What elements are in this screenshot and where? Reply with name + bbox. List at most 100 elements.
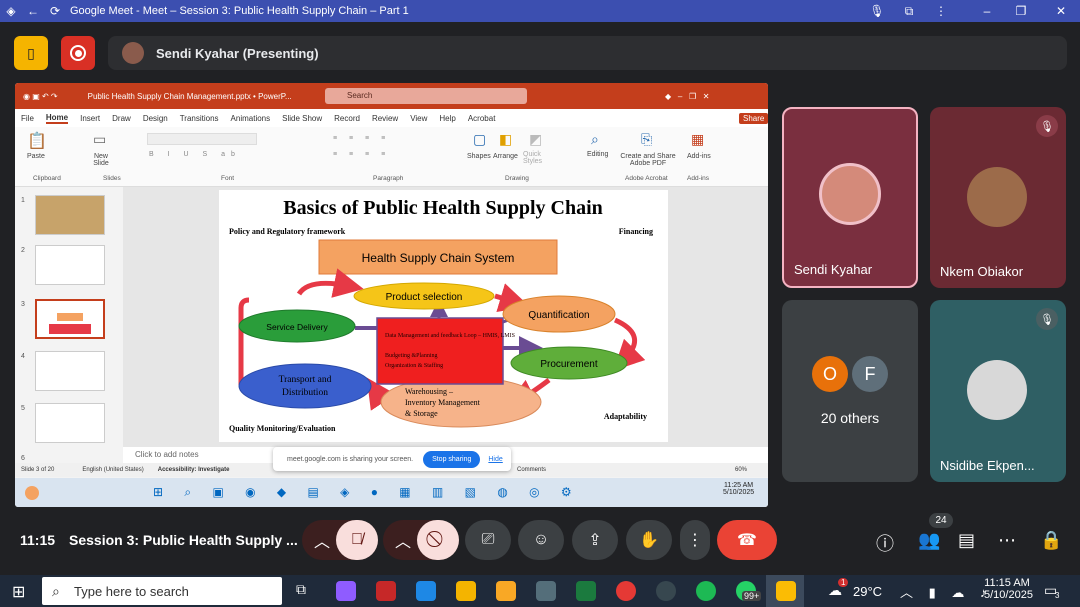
ppt-window-controls[interactable]: ◆ – ❐ ✕	[665, 92, 709, 101]
mic-off-button[interactable]: 🎙̸	[336, 520, 378, 560]
word-icon[interactable]	[656, 581, 676, 601]
meet-activity-button[interactable]: ▯	[14, 36, 48, 70]
addins-icon[interactable]: ▦	[691, 131, 704, 148]
more-icon: ⋮	[687, 532, 703, 549]
menu-draw[interactable]: Draw	[112, 114, 131, 123]
tray-icons[interactable]: ︿ ▮ ☁ ♪	[900, 582, 993, 601]
menu-help[interactable]: Help	[439, 114, 455, 123]
editing-icon[interactable]: ⌕	[591, 131, 599, 148]
close-icon[interactable]: ✕	[1050, 4, 1072, 18]
ppt-search[interactable]: Search	[325, 88, 527, 104]
current-slide[interactable]: Basics of Public Health Supply Chain Pol…	[219, 190, 668, 442]
shapes-icon[interactable]: ▢	[473, 131, 486, 148]
menu-record[interactable]: Record	[334, 114, 360, 123]
inner-clock: 11:25 AM 5/10/2025	[723, 482, 754, 496]
arrange-icon[interactable]: ◧	[499, 131, 512, 148]
taskbar-search[interactable]: ⌕ Type here to search	[42, 577, 282, 605]
shapes-button[interactable]: Shapes	[467, 153, 491, 160]
spotify-icon[interactable]	[696, 581, 716, 601]
quick-styles-button[interactable]: Quick Styles	[523, 151, 547, 165]
new-slide-button[interactable]: New Slide	[89, 153, 113, 167]
arrange-button[interactable]: Arrange	[493, 153, 518, 160]
menu-view[interactable]: View	[410, 114, 427, 123]
participant-tile-sendi[interactable]: Sendi Kyahar	[782, 107, 918, 288]
slide-thumb-2[interactable]	[35, 245, 105, 285]
zoom-level[interactable]: 60%	[735, 467, 747, 473]
accessibility[interactable]: Accessibility: Investigate	[158, 467, 230, 473]
meeting-time: 11:15	[20, 532, 56, 548]
font-format-icons[interactable]: B I U S ab	[149, 151, 241, 158]
restore-icon[interactable]: ❐	[1010, 4, 1032, 18]
reactions-button[interactable]: ☺	[518, 520, 564, 560]
camera-off-button[interactable]: ⃠	[417, 520, 459, 560]
menu-acrobat[interactable]: Acrobat	[468, 114, 496, 123]
create-pdf-button[interactable]: Create and Share Adobe PDF	[619, 153, 677, 167]
chat-icon[interactable]: ▤	[958, 530, 975, 551]
menu-file[interactable]: File	[21, 114, 34, 123]
new-slide-icon[interactable]: ▭	[93, 131, 106, 148]
activities-icon[interactable]: ⋯	[998, 530, 1016, 551]
group-slides: Slides	[103, 175, 121, 182]
menu-design[interactable]: Design	[143, 114, 168, 123]
addins-button[interactable]: Add-ins	[687, 153, 711, 160]
participant-tile-others[interactable]: O F 20 others	[782, 300, 918, 482]
pdf-icon[interactable]: ⎘	[641, 131, 652, 148]
slide-thumb-1[interactable]	[35, 195, 105, 235]
menu-home[interactable]: Home	[45, 113, 69, 124]
excel-icon[interactable]	[576, 581, 596, 601]
participant-tile-nsidibe[interactable]: 🎙 Nsidibe Ekpen...	[930, 300, 1066, 482]
recording-button[interactable]	[61, 36, 95, 70]
store-icon[interactable]	[456, 581, 476, 601]
slide-counter: Slide 3 of 20	[21, 467, 55, 473]
present-button[interactable]: ⇪	[572, 520, 618, 560]
slide-thumb-3[interactable]	[35, 299, 105, 339]
chrome-icon[interactable]	[616, 581, 636, 601]
paragraph-icons[interactable]: ≡ ≡ ≡ ≡	[333, 135, 390, 142]
host-controls-icon[interactable]: 🔒	[1040, 530, 1062, 551]
quick-styles-icon[interactable]: ◩	[529, 131, 542, 148]
database-icon[interactable]	[536, 581, 556, 601]
comments-button[interactable]: Comments	[517, 467, 546, 473]
menu-slideshow[interactable]: Slide Show	[282, 114, 322, 123]
inner-taskbar-apps[interactable]: ⊞ ⌕ ▣ ◉ ◆ ▤ ◈ ● ▦ ▥ ▧ ◍ ◎ ⚙	[153, 485, 581, 500]
menu-review[interactable]: Review	[372, 114, 398, 123]
align-icons[interactable]: ≡ ≡ ≡ ≡	[333, 151, 390, 158]
chevron-up-icon[interactable]: ︿	[314, 528, 330, 552]
menu-insert[interactable]: Insert	[80, 114, 100, 123]
copilot-icon[interactable]	[336, 581, 356, 601]
mic-icon[interactable]: 🎙	[866, 4, 888, 18]
raise-hand-button[interactable]: ✋	[626, 520, 672, 560]
slide-thumb-5[interactable]	[35, 403, 105, 443]
editing-button[interactable]: Editing	[587, 151, 608, 158]
clock[interactable]: 11:15 AM 5/10/2025	[984, 577, 1033, 601]
minimize-icon[interactable]: –	[976, 4, 998, 18]
more-options-button[interactable]: ⋮	[680, 520, 710, 560]
extension-icon[interactable]: ⧉	[898, 4, 920, 19]
folder-icon[interactable]	[496, 581, 516, 601]
people-icon[interactable]: 👥	[918, 530, 940, 551]
paste-button[interactable]: Paste	[27, 153, 45, 160]
font-name-box[interactable]	[147, 133, 257, 145]
inner-weather-icon	[25, 485, 39, 500]
info-icon[interactable]: ⓘ	[876, 530, 894, 556]
edge-icon[interactable]	[416, 581, 436, 601]
hide-banner-button[interactable]: Hide	[488, 456, 502, 463]
menu-animations[interactable]: Animations	[231, 114, 271, 123]
back-icon[interactable]: ←	[22, 4, 44, 18]
share-button[interactable]: Share	[739, 112, 768, 124]
captions-button[interactable]: ⎚	[465, 520, 511, 560]
task-view-icon[interactable]: ⧉	[296, 581, 306, 598]
slide-thumb-4[interactable]	[35, 351, 105, 391]
product-selection-label: Product selection	[386, 292, 463, 303]
menu-transitions[interactable]: Transitions	[180, 114, 219, 123]
stop-sharing-button[interactable]: Stop sharing	[423, 450, 481, 468]
paste-icon[interactable]: 📋	[27, 131, 47, 151]
app-icon[interactable]	[376, 581, 396, 601]
participant-tile-nkem[interactable]: 🎙 Nkem Obiakor	[930, 107, 1066, 288]
reload-icon[interactable]: ⟳	[44, 4, 66, 18]
meet-app-icon[interactable]	[776, 581, 796, 601]
more-icon[interactable]: ⋮	[930, 4, 952, 18]
windows-start-icon[interactable]: ⊞	[12, 582, 25, 602]
chevron-up-icon[interactable]: ︿	[395, 528, 411, 552]
leave-call-button[interactable]: ☎	[717, 520, 777, 560]
